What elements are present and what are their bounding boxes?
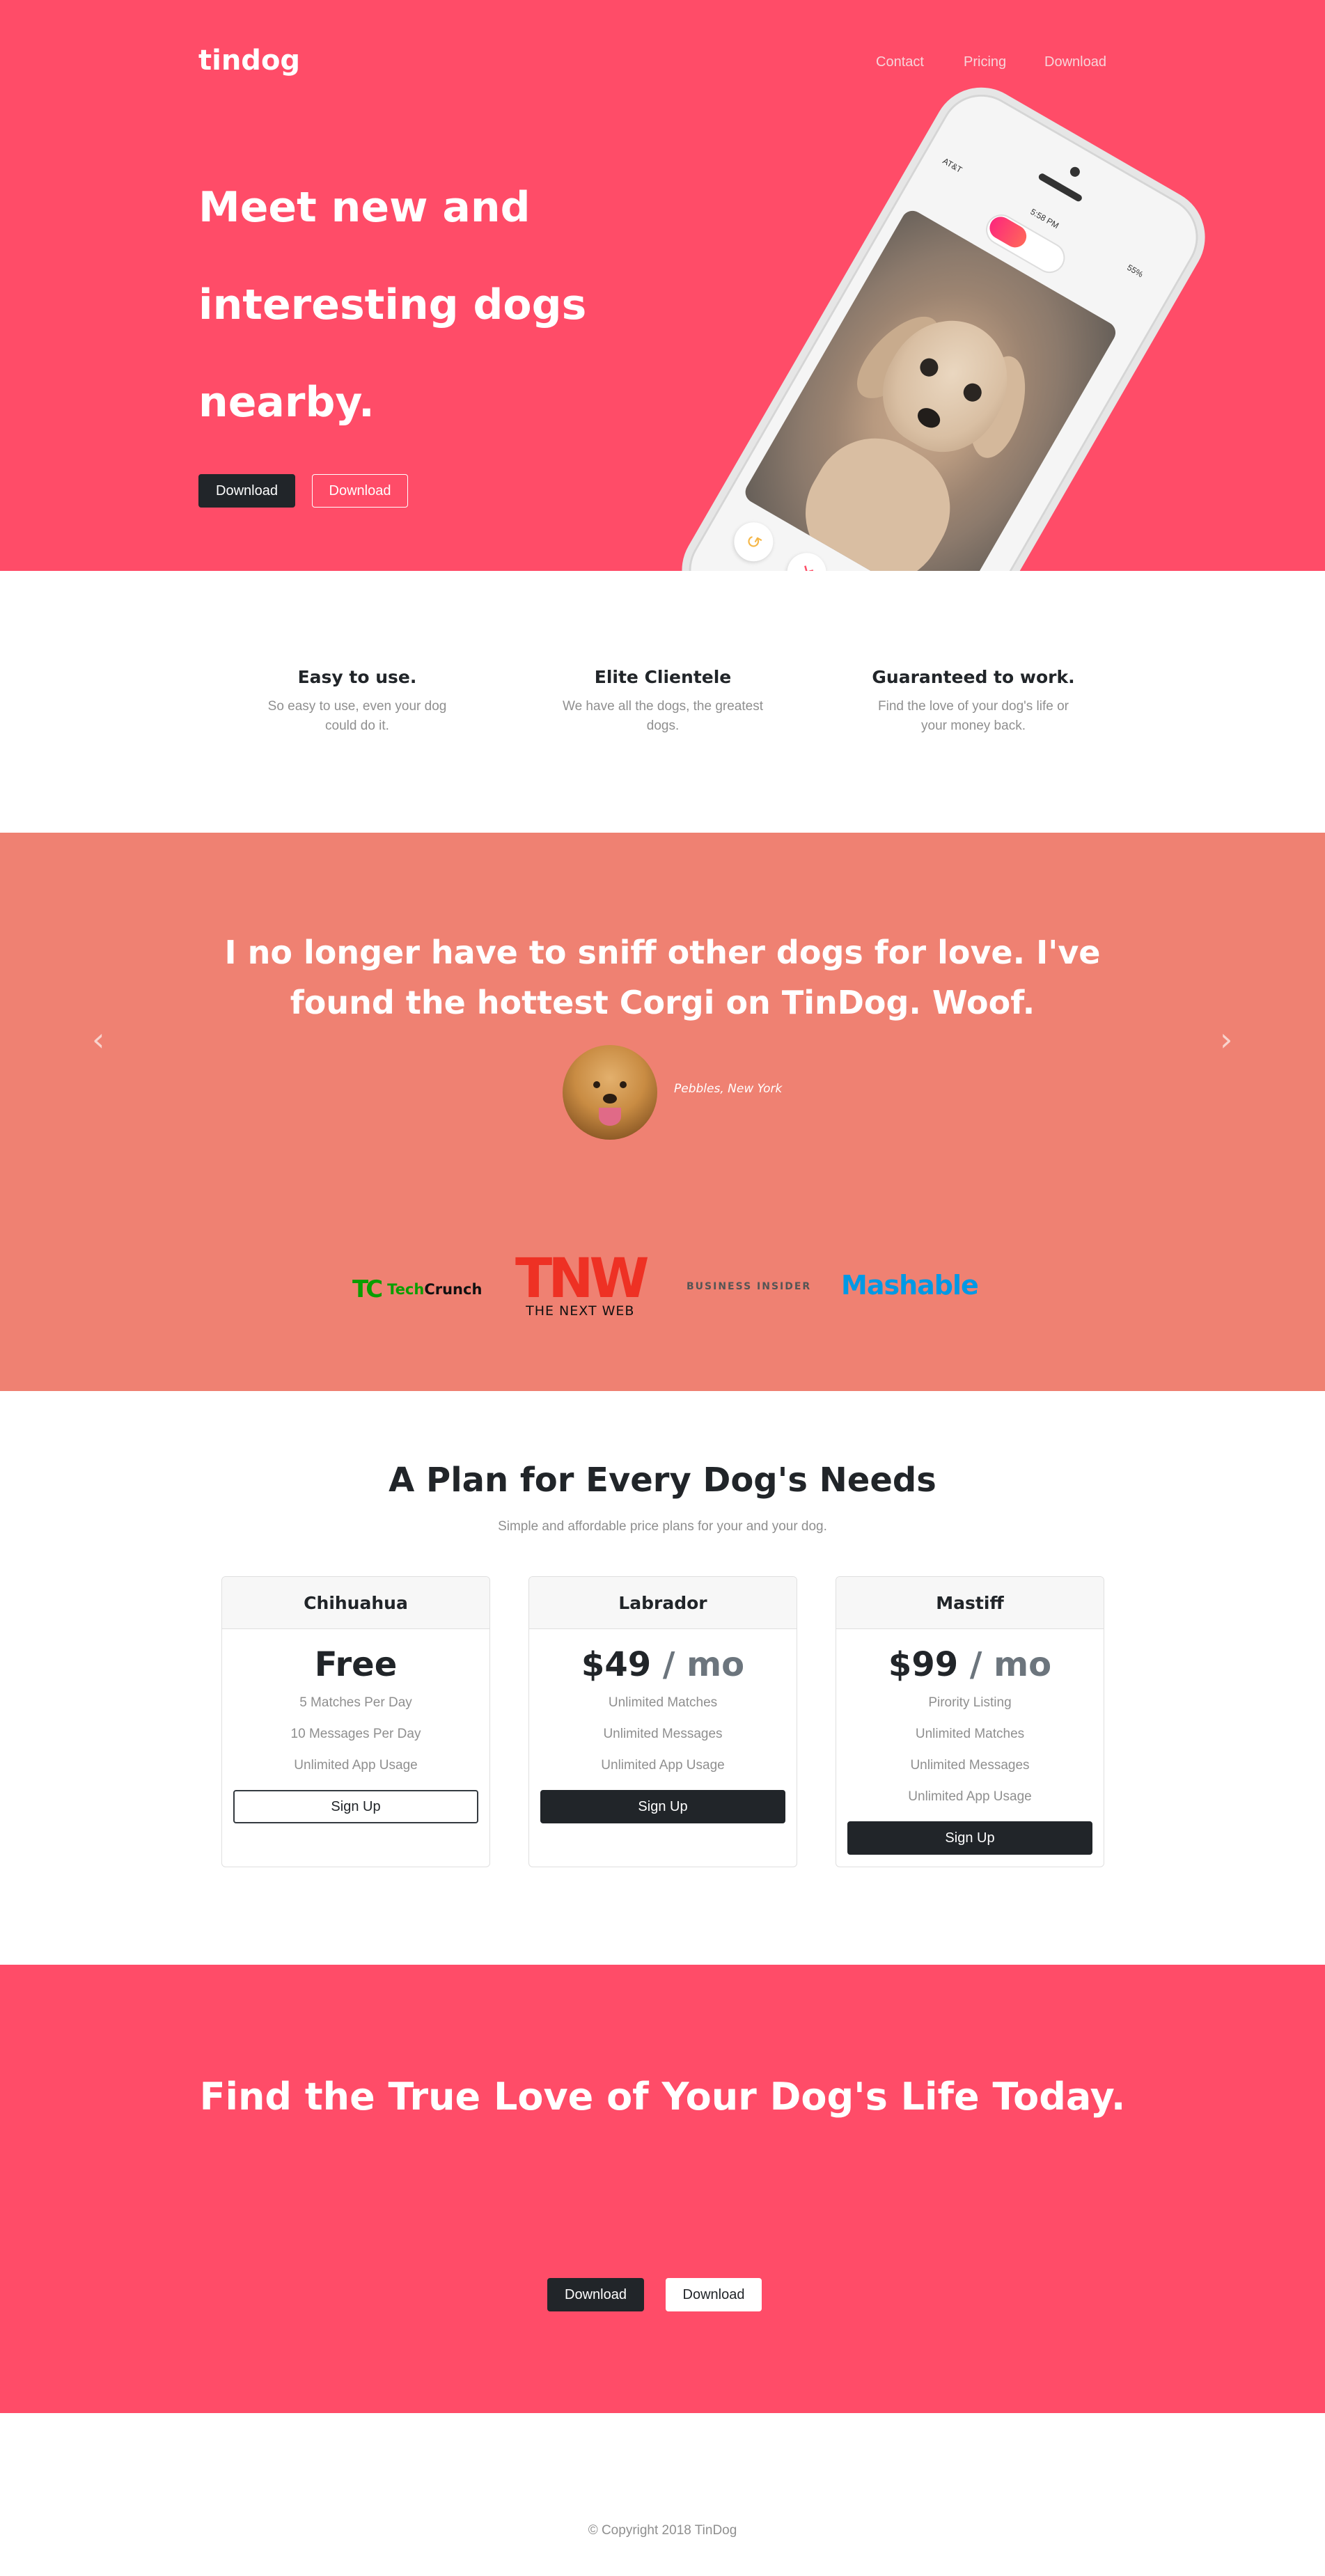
chevron-right-icon[interactable]: ›: [1220, 1021, 1232, 1058]
phone-mockup: AT&T 5:58 PM 55% ↺ ✕ ★ ♥: [664, 70, 1223, 571]
business-insider-logo: BUSINESS INSIDER: [687, 1281, 811, 1292]
chevron-left-icon[interactable]: ‹: [92, 1021, 104, 1058]
feature-title: Elite Clientele: [594, 667, 732, 687]
cta-download-button-secondary[interactable]: Download: [666, 2278, 762, 2311]
flame-toggle-icon: [985, 212, 1031, 252]
phone-speaker: [1037, 172, 1083, 203]
plan-feature: Unlimited Messages: [910, 1758, 1030, 1773]
plan-price-amount: Free: [314, 1645, 398, 1684]
avatar-nose: [603, 1094, 617, 1104]
feature-easy: Easy to use. So easy to use, even your d…: [242, 667, 472, 736]
feature-text: Find the love of your dog's life or your…: [878, 699, 1069, 733]
avatar-eye-left: [593, 1081, 600, 1088]
plan-feature: Unlimited App Usage: [294, 1758, 418, 1773]
techcrunch-tech: Tech: [387, 1281, 425, 1298]
plan-price-amount: $49: [581, 1645, 652, 1684]
pricing-card-chihuahua: Chihuahua Free 5 Matches Per Day 10 Mess…: [221, 1576, 490, 1867]
cta-section: Find the True Love of Your Dog's Life To…: [0, 1965, 1325, 2413]
plan-name: Mastiff: [836, 1577, 1104, 1629]
feature-guaranteed: Guaranteed to work. Find the love of you…: [858, 667, 1088, 736]
dislike-icon: ✕: [780, 545, 833, 571]
plan-feature: Unlimited App Usage: [601, 1758, 725, 1773]
cta-download-button-primary[interactable]: Download: [547, 2278, 644, 2311]
techcrunch-crunch: Crunch: [424, 1281, 483, 1298]
nav-link-contact[interactable]: Contact: [876, 54, 924, 70]
tnw-mark: TNW: [515, 1248, 650, 1310]
plan-feature: Unlimited Messages: [603, 1727, 723, 1741]
plan-price: $99 / mo: [836, 1645, 1104, 1684]
nav-link-pricing[interactable]: Pricing: [964, 54, 1006, 70]
plan-feature: Unlimited App Usage: [908, 1789, 1032, 1804]
feature-text: We have all the dogs, the greatest dogs.: [563, 699, 763, 733]
mashable-logo: Mashable: [841, 1270, 979, 1301]
plan-price: Free: [222, 1645, 489, 1684]
brand-logo[interactable]: tindog: [198, 45, 300, 77]
nav-link-download[interactable]: Download: [1044, 54, 1106, 70]
pricing-card-mastiff: Mastiff $99 / mo Pirority Listing Unlimi…: [836, 1576, 1104, 1867]
tnw-name: THE NEXT WEB: [526, 1303, 635, 1319]
features-section: Easy to use. So easy to use, even your d…: [0, 571, 1325, 833]
mashable-text: Mashable: [841, 1270, 979, 1301]
feature-title: Guaranteed to work.: [872, 667, 1075, 687]
hero-download-button-primary[interactable]: Download: [198, 474, 295, 508]
feature-title: Easy to use.: [297, 667, 417, 687]
avatar-eye-right: [620, 1081, 627, 1088]
pricing-title: A Plan for Every Dog's Needs: [389, 1461, 936, 1500]
pricing-section: A Plan for Every Dog's Needs Simple and …: [0, 1391, 1325, 1965]
pricing-card-labrador: Labrador $49 / mo Unlimited Matches Unli…: [528, 1576, 797, 1867]
feature-elite: Elite Clientele We have all the dogs, th…: [548, 667, 778, 736]
testimonials-section: ‹ › I no longer have to sniff other dogs…: [0, 833, 1325, 1391]
techcrunch-logo: TC Tech Crunch: [352, 1275, 482, 1303]
plan-feature: 10 Messages Per Day: [290, 1727, 421, 1741]
sign-up-button-mastiff[interactable]: Sign Up: [847, 1821, 1092, 1855]
hero-download-button-secondary[interactable]: Download: [312, 474, 408, 508]
avatar-tongue: [599, 1108, 621, 1126]
phone-battery: 55%: [1125, 262, 1145, 280]
pricing-subtitle: Simple and affordable price plans for yo…: [498, 1519, 827, 1534]
plan-feature: Pirority Listing: [928, 1695, 1012, 1710]
cta-title: Find the True Love of Your Dog's Life To…: [199, 2075, 1126, 2119]
plan-price-amount: $99: [888, 1645, 959, 1684]
rewind-icon: ↺: [727, 515, 781, 569]
plan-price-period: / mo: [651, 1645, 745, 1684]
plan-price: $49 / mo: [529, 1645, 797, 1684]
sign-up-button-chihuahua[interactable]: Sign Up: [233, 1790, 478, 1823]
feature-text: So easy to use, even your dog could do i…: [267, 699, 447, 733]
plan-feature: Unlimited Matches: [915, 1727, 1025, 1741]
testimonial-avatar: [563, 1045, 657, 1140]
hero-title: Meet new and interesting dogs nearby.: [198, 183, 587, 427]
techcrunch-mark: TC: [352, 1275, 383, 1303]
plan-name: Chihuahua: [222, 1577, 489, 1629]
plan-feature: Unlimited Matches: [608, 1695, 718, 1710]
plan-name: Labrador: [529, 1577, 797, 1629]
sign-up-button-labrador[interactable]: Sign Up: [540, 1790, 785, 1823]
testimonial-quote: I no longer have to sniff other dogs for…: [224, 934, 1101, 1021]
phone-time: 5:58 PM: [1028, 206, 1061, 231]
phone-camera: [1068, 165, 1082, 179]
business-insider-text: BUSINESS INSIDER: [687, 1281, 812, 1292]
plan-feature: 5 Matches Per Day: [299, 1695, 412, 1710]
tnw-logo: TNW THE NEXT WEB: [515, 1248, 650, 1319]
phone-carrier: AT&T: [941, 156, 964, 175]
footer: © Copyright 2018 TinDog: [0, 2413, 1325, 2576]
plan-price-period: / mo: [958, 1645, 1052, 1684]
hero-section: tindog Contact Pricing Download Meet new…: [0, 0, 1325, 571]
testimonial-author: Pebbles, New York: [674, 1082, 783, 1096]
copyright-text: © Copyright 2018 TinDog: [588, 2523, 737, 2538]
